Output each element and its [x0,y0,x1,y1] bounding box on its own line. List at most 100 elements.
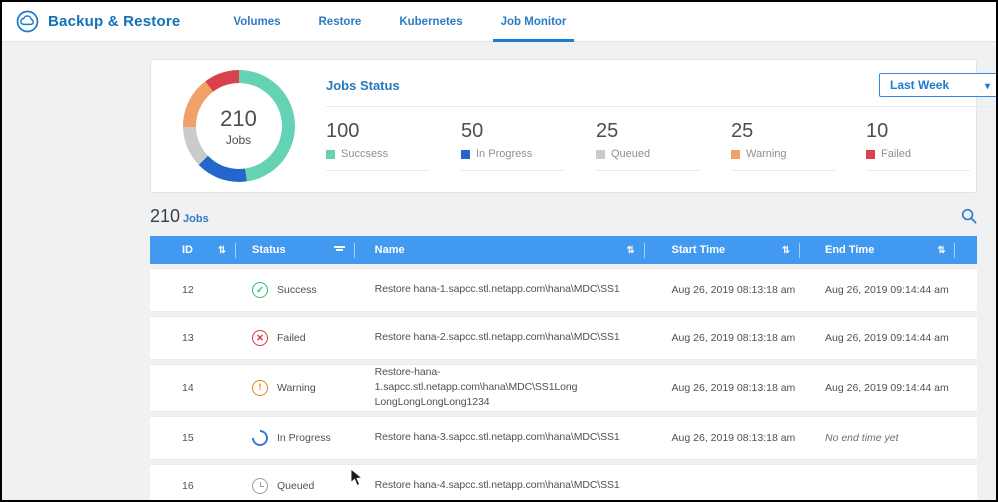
job-status-cell: Failed [236,330,355,346]
job-start-time-cell: Aug 26, 2019 08:13:18 am [645,332,800,344]
status-success-icon [252,282,268,298]
column-label: Status [252,244,286,256]
stats-row: 100 Succsess 50 In Progress 25 Queued [326,120,998,171]
job-name-cell: Restore hana-2.sapcc.stl.netapp.com\hana… [355,330,645,345]
status-stat: 25 Queued [596,120,731,171]
tab-restore[interactable]: Restore [300,2,381,42]
column-label: ID [182,244,193,256]
job-status-cell: In Progress [236,430,355,446]
job-id-cell: 13 [150,332,236,344]
legend-color-swatch [326,150,335,159]
jobs-count-label: Jobs [183,213,209,225]
stat-value: 50 [461,120,565,143]
filter-icon[interactable] [334,246,345,254]
tab-job-monitor[interactable]: Job Monitor [482,2,586,42]
column-header-name[interactable]: Name [355,243,645,258]
column-header-id[interactable]: ID [150,243,236,258]
sort-icon[interactable] [938,244,946,256]
table-header: ID Status Name Start Time End Time [150,236,977,264]
column-label: Start Time [672,244,726,256]
status-stat: 10 Failed [866,120,998,171]
job-name-cell: Restore hana-1.sapcc.stl.netapp.com\hana… [355,282,645,297]
job-status-label: Success [277,284,317,296]
sort-icon[interactable] [218,244,226,256]
job-start-time-cell: Aug 26, 2019 08:13:18 am [645,284,800,296]
legend-color-swatch [731,150,740,159]
status-queued-icon [252,478,268,494]
job-name-cell: Restore hana-4.sapcc.stl.netapp.com\hana… [355,478,645,493]
status-stat: 100 Succsess [326,120,461,171]
job-end-time-cell: Aug 26, 2019 09:14:44 am [800,382,955,394]
cloud-logo-icon [16,10,39,33]
status-warning-icon [252,380,268,396]
status-card-right: Jobs Status Last Week 100 Succsess 50 In… [326,60,998,192]
stat-label: Queued [611,148,650,160]
card-title: Jobs Status [326,78,400,93]
job-status-label: Failed [277,332,306,344]
job-status-cell: Warning [236,380,355,396]
job-start-time-cell: Aug 26, 2019 08:13:18 am [645,432,800,444]
job-status-label: Queued [277,480,314,492]
tab-kubernetes[interactable]: Kubernetes [380,2,481,42]
stat-label: In Progress [476,148,532,160]
stat-value: 100 [326,120,430,143]
status-failed-icon [252,330,268,346]
job-status-label: Warning [277,382,316,394]
jobs-count: 210Jobs [150,206,209,227]
table-row[interactable]: 16 Queued Restore hana-4.sapcc.stl.netap… [150,464,977,502]
legend-color-swatch [596,150,605,159]
stat-value: 25 [596,120,700,143]
chevron-down-icon [985,78,990,92]
status-stat: 25 Warning [731,120,866,171]
column-header-start-time[interactable]: Start Time [645,243,800,258]
job-id-cell: 15 [150,432,236,444]
jobs-count-value: 210 [150,206,180,226]
stat-value: 25 [731,120,835,143]
jobs-donut-chart: 210 Jobs [183,70,295,182]
job-id-cell: 14 [150,382,236,394]
sort-icon[interactable] [782,244,790,256]
donut-total-label: Jobs [226,133,251,147]
table-row[interactable]: 12 Success Restore hana-1.sapcc.stl.neta… [150,268,977,312]
column-header-end-time[interactable]: End Time [800,243,955,258]
app-window: Backup & Restore Volumes Restore Kuberne… [0,0,998,502]
donut-chart-area: 210 Jobs [151,60,326,192]
job-end-time-cell: No end time yet [800,432,955,444]
job-start-time-cell: Aug 26, 2019 08:13:18 am [645,382,800,394]
status-inprogress-icon [249,426,272,449]
sort-icon[interactable] [627,244,635,256]
job-name-cell: Restore-hana-1.sapcc.stl.netapp.com\hana… [355,365,645,411]
stat-label: Failed [881,148,911,160]
donut-total-value: 210 [220,106,257,132]
job-status-label: In Progress [277,432,331,444]
table-body: 12 Success Restore hana-1.sapcc.stl.neta… [150,268,977,502]
job-name-cell: Restore hana-3.sapcc.stl.netapp.com\hana… [355,430,645,445]
job-end-time-cell: Aug 26, 2019 09:14:44 am [800,284,955,296]
column-header-status[interactable]: Status [236,243,355,258]
table-row[interactable]: 13 Failed Restore hana-2.sapcc.stl.netap… [150,316,977,360]
job-end-time-cell: Aug 26, 2019 09:14:44 am [800,332,955,344]
column-header-spacer [955,243,977,258]
status-stat: 50 In Progress [461,120,596,171]
app-title: Backup & Restore [48,13,180,30]
tab-volumes[interactable]: Volumes [214,2,299,42]
jobs-list-header: 210Jobs [150,201,977,231]
stat-value: 10 [866,120,970,143]
nav-tabs: Volumes Restore Kubernetes Job Monitor [214,2,585,42]
period-dropdown-value: Last Week [890,78,949,92]
table-row[interactable]: 15 In Progress Restore hana-3.sapcc.stl.… [150,416,977,460]
job-status-cell: Queued [236,478,355,494]
stat-label: Warning [746,148,787,160]
status-card-header: Jobs Status Last Week [326,73,998,107]
column-label: Name [375,244,405,256]
stat-label: Succsess [341,148,388,160]
job-status-cell: Success [236,282,355,298]
search-icon[interactable] [961,208,977,224]
column-label: End Time [825,244,874,256]
job-id-cell: 16 [150,480,236,492]
job-id-cell: 12 [150,284,236,296]
table-row[interactable]: 14 Warning Restore-hana-1.sapcc.stl.neta… [150,364,977,412]
period-dropdown[interactable]: Last Week [879,73,998,97]
donut-center: 210 Jobs [183,70,295,182]
legend-color-swatch [461,150,470,159]
